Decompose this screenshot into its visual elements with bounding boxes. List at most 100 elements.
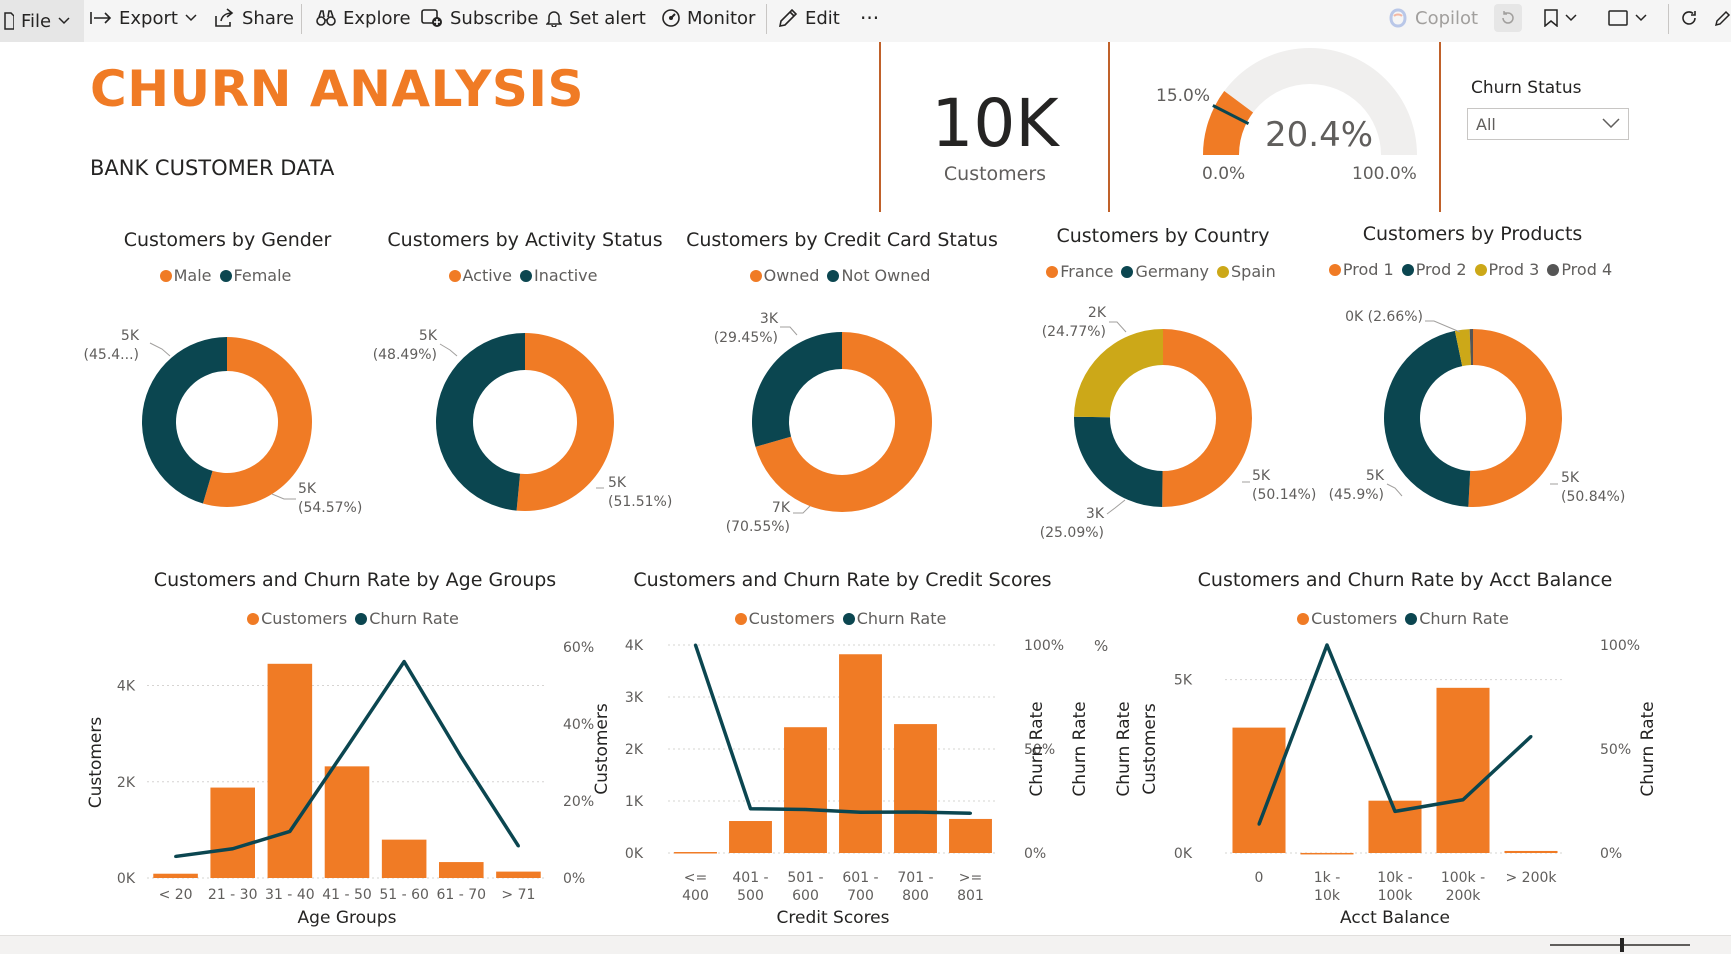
legend-label: Prod 1 (1342, 260, 1394, 279)
legend-item-prod-1[interactable]: Prod 1 (1328, 260, 1394, 279)
legend-label: Customers (1311, 609, 1398, 628)
legend-item-prod-4[interactable]: Prod 4 (1547, 260, 1612, 279)
legend-item-owned[interactable]: Owned (749, 266, 819, 285)
copilot-button[interactable]: Copilot (1388, 0, 1478, 36)
legend-item-active[interactable]: Active (448, 266, 512, 285)
explore-button[interactable]: Explore (316, 0, 411, 36)
legend-dot (1046, 265, 1059, 278)
explore-label: Explore (343, 7, 411, 29)
legend-dot (1405, 612, 1418, 625)
products-chart-title: Customers by Products (1362, 223, 1583, 245)
file-label: File (21, 10, 52, 32)
subscribe-button[interactable]: Subscribe (421, 0, 538, 36)
legend-dot (1328, 263, 1341, 276)
toolbar-divider (1668, 4, 1669, 34)
refresh-icon (1682, 11, 1696, 25)
report-subtitle: BANK CUSTOMER DATA (90, 156, 335, 180)
view-icon (1608, 10, 1628, 26)
edit-button[interactable]: Edit (778, 0, 840, 36)
legend-item-inactive[interactable]: Inactive (520, 266, 598, 285)
legend-dot (219, 269, 232, 282)
legend-item-customers[interactable]: Customers (734, 609, 835, 628)
gauge-max-label: 100.0% (1352, 164, 1417, 184)
legend-dot (734, 612, 747, 625)
legend-item-customers[interactable]: Customers (1297, 609, 1397, 628)
legend-item-germany[interactable]: Germany (1121, 262, 1209, 281)
legend-item-spain[interactable]: Spain (1217, 262, 1276, 281)
credit-score-legend: Customers Churn Rate (620, 609, 1065, 628)
edit-button-truncated[interactable] (1714, 0, 1731, 36)
products-legend: Prod 1 Prod 2 Prod 3 Prod 4 (1325, 260, 1620, 279)
legend-item-not-owned[interactable]: Not Owned (827, 266, 930, 285)
legend-label: Churn Rate (1419, 609, 1509, 628)
legend-item-churn-rate[interactable]: Churn Rate (355, 609, 459, 628)
copilot-label: Copilot (1415, 7, 1479, 29)
legend-dot (1297, 612, 1310, 625)
bookmark-button[interactable] (1544, 0, 1577, 36)
set-alert-label: Set alert (569, 7, 646, 29)
monitor-button[interactable]: Monitor (662, 0, 755, 36)
gender-chart-title: Customers by Gender (123, 229, 332, 251)
share-icon (215, 8, 234, 27)
view-button[interactable] (1608, 0, 1647, 36)
reset-button[interactable] (1494, 4, 1522, 32)
chevron-down-icon (1602, 118, 1620, 128)
legend-dot (520, 269, 532, 282)
credit-card-legend: Owned Not Owned (682, 266, 1002, 285)
chevron-down-icon (1635, 14, 1647, 22)
legend-label: France (1060, 262, 1114, 281)
binoculars-icon (316, 10, 336, 26)
zoom-slider-handle[interactable] (1620, 938, 1624, 952)
gauge-min-label: 0.0% (1202, 164, 1246, 184)
legend-item-prod-2[interactable]: Prod 2 (1401, 260, 1467, 279)
legend-item-prod-3[interactable]: Prod 3 (1474, 260, 1539, 279)
file-menu[interactable]: File (0, 0, 84, 42)
legend-dot (1547, 263, 1560, 276)
legend-label: Spain (1231, 262, 1276, 281)
set-alert-button[interactable]: Set alert (546, 0, 646, 36)
legend-item-france[interactable]: France (1046, 262, 1113, 281)
toolbar-divider (301, 4, 302, 34)
copilot-icon (1389, 8, 1407, 28)
file-icon (4, 12, 14, 30)
export-icon (90, 12, 112, 24)
legend-item-male[interactable]: Male (159, 266, 212, 285)
age-legend: Customers Churn Rate (140, 609, 570, 628)
divider-line (1108, 42, 1110, 212)
bell-icon (546, 11, 562, 27)
export-label: Export (119, 7, 178, 29)
legend-item-customers[interactable]: Customers (247, 609, 347, 628)
report-title: CHURN ANALYSIS (90, 60, 585, 118)
country-legend: France Germany Spain (1038, 262, 1288, 281)
credit-card-chart-title: Customers by Credit Card Status (686, 229, 998, 251)
bookmark-icon (1544, 9, 1558, 27)
legend-dot (1217, 265, 1230, 278)
chevron-down-icon (1565, 14, 1577, 22)
export-button[interactable]: Export (90, 0, 197, 36)
legend-label: Churn Rate (369, 609, 459, 628)
gauge-icon (662, 9, 680, 27)
share-label: Share (242, 7, 294, 29)
kpi-customers-label: Customers (943, 163, 1047, 185)
share-button[interactable]: Share (213, 0, 294, 36)
pencil-icon (778, 8, 798, 28)
credit-score-chart-title: Customers and Churn Rate by Credit Score… (633, 569, 1052, 591)
balance-chart-title: Customers and Churn Rate by Acct Balance (1197, 569, 1613, 591)
legend-dot (1474, 263, 1487, 276)
legend-label: Not Owned (841, 266, 931, 285)
gender-legend: Male Female (100, 266, 355, 285)
legend-item-churn-rate[interactable]: Churn Rate (1405, 609, 1509, 628)
activity-legend: Active Inactive (380, 266, 670, 285)
refresh-button[interactable] (1680, 0, 1698, 36)
legend-dot (827, 269, 840, 282)
legend-label: Churn Rate (856, 609, 947, 628)
more-options-button[interactable]: ··· (860, 0, 879, 36)
legend-item-female[interactable]: Female (219, 266, 292, 285)
legend-label: Female (233, 266, 292, 285)
legend-item-churn-rate[interactable]: Churn Rate (842, 609, 947, 628)
legend-label: Male (173, 266, 212, 285)
churn-status-dropdown[interactable]: All (1467, 108, 1629, 140)
more-options-label: ··· (860, 6, 880, 30)
legend-dot (1121, 265, 1134, 278)
legend-dot (159, 269, 172, 282)
